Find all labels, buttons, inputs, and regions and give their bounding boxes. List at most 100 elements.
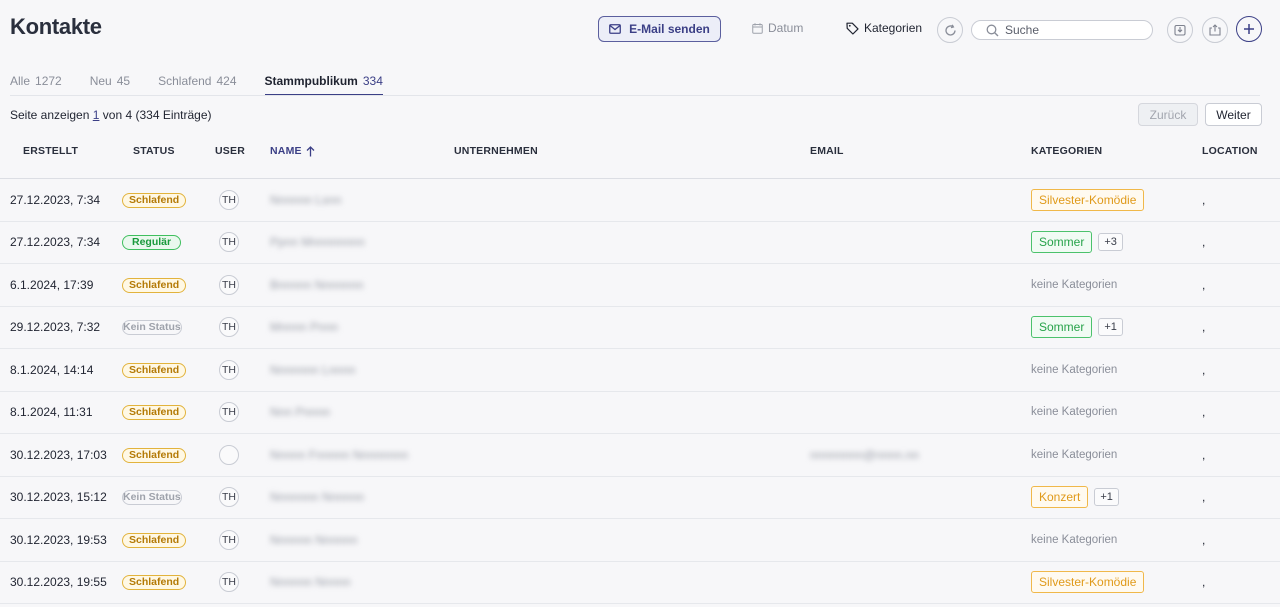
status-badge: Schlafend (122, 362, 187, 378)
avatar[interactable]: TH (219, 402, 239, 423)
tab-alle[interactable]: Alle 1272 (10, 74, 62, 96)
col-company[interactable]: UNTERNEHMEN (454, 145, 538, 157)
table-row[interactable]: 29.12.2023, 7:32 Kein Status TH Mnnnn Pnnn S… (0, 307, 1280, 349)
avatar[interactable] (219, 444, 239, 465)
avatar[interactable]: TH (219, 572, 239, 593)
created-cell: 27.12.2023, 7:34 (10, 235, 101, 250)
page-info-prefix: Seite anzeigen (10, 108, 90, 122)
col-user[interactable]: USER (215, 145, 245, 157)
user-cell: TH (219, 189, 239, 210)
col-email[interactable]: EMAIL (810, 145, 844, 157)
name-cell[interactable]: Mnnnn Pnnn (270, 320, 338, 334)
date-filter[interactable]: Datum (752, 21, 803, 35)
sort-ascending-icon (306, 145, 315, 156)
avatar[interactable]: TH (219, 317, 239, 338)
name-cell[interactable]: Nnnnnn Lsnn (270, 193, 341, 207)
status-badge: Schlafend (122, 447, 187, 463)
name-cell[interactable]: Nnnnnnn Lnnnn (270, 363, 355, 377)
mail-icon (609, 24, 622, 34)
name-cell[interactable]: Nnnnn Fnnnnn Nnnnnnnn (270, 448, 408, 462)
status-cell: Regulär (122, 234, 182, 251)
contact-email: nnnnnnnn@nnnn.nn (810, 447, 919, 462)
search-box[interactable] (971, 20, 1153, 40)
more-categories-badge[interactable]: +1 (1098, 318, 1123, 337)
category-tag[interactable]: Silvester-Komödie (1031, 571, 1145, 594)
category-tag[interactable]: Konzert (1031, 486, 1089, 509)
avatar[interactable]: TH (219, 487, 239, 508)
table-row[interactable]: 8.1.2024, 14:14 Schlafend TH Nnnnnnn Lnnnn k… (0, 349, 1280, 392)
category-tag[interactable]: Sommer (1031, 231, 1093, 254)
name-cell[interactable]: Nnnnnn Nnnnnn (270, 533, 357, 547)
more-categories-badge[interactable]: +1 (1094, 488, 1119, 507)
contact-name: Mnnnn Pnnn (270, 320, 339, 335)
name-cell[interactable]: Ppnn Mnnnnnnnn (270, 235, 365, 249)
contact-name: Nnnnnn Nnnnn (270, 575, 351, 590)
calendar-icon (752, 22, 763, 34)
created-cell: 29.12.2023, 7:32 (10, 320, 101, 335)
email-cell: nnnnnnnn@nnnn.nn (810, 448, 919, 462)
refresh-icon (944, 23, 956, 36)
location-cell: , (1202, 362, 1206, 377)
table-row[interactable]: 30.12.2023, 19:53 Schlafend TH Nnnnnn Nnnnn… (0, 519, 1280, 562)
table-row[interactable]: 30.12.2023, 19:55 Schlafend TH Nnnnnn Nnnnn… (0, 562, 1280, 604)
table-row[interactable]: 30.12.2023, 15:12 Kein Status TH Nnnnnnn Nn… (0, 477, 1280, 519)
categories-cell: Konzert +1 (1031, 486, 1119, 509)
next-button[interactable]: Weiter (1205, 103, 1262, 126)
table-row[interactable]: 30.12.2023, 17:03 Schlafend Nnnnn Fnnnnn N… (0, 434, 1280, 477)
name-cell[interactable]: Nnnnnnn Nnnnnn (270, 490, 364, 504)
categories-cell: keine Kategorien (1031, 534, 1117, 546)
col-status[interactable]: STATUS (133, 145, 175, 157)
table-row[interactable]: 27.12.2023, 7:34 Regulär TH Ppnn Mnnnnnnnn S… (0, 222, 1280, 264)
created-cell: 30.12.2023, 19:55 (10, 575, 107, 590)
import-button[interactable] (1167, 17, 1193, 43)
tab-schlafend[interactable]: Schlafend 424 (158, 74, 236, 96)
col-created[interactable]: ERSTELLT (23, 145, 78, 157)
table-row[interactable]: 8.1.2024, 11:31 Schlafend TH Nnn Pnnnn keine… (0, 392, 1280, 434)
search-input[interactable] (1005, 23, 1135, 37)
location-cell: , (1202, 490, 1206, 505)
name-cell[interactable]: Nnnnnn Nnnnn (270, 575, 351, 589)
col-name[interactable]: NAME (270, 145, 315, 157)
back-button[interactable]: Zurück (1138, 103, 1198, 126)
more-categories-badge[interactable]: +3 (1098, 233, 1123, 252)
add-contact-button[interactable] (1236, 16, 1262, 42)
categories-cell: Silvester-Komödie (1031, 571, 1145, 594)
avatar[interactable]: TH (219, 359, 239, 380)
page-title: Kontakte (10, 14, 102, 39)
contact-name: Bnnnnn Nnnnnnn (270, 277, 364, 292)
table-row[interactable]: 6.1.2024, 17:39 Schlafend TH Bnnnnn Nnnnnnn… (0, 264, 1280, 307)
contact-name: Nnnnnnn Lnnnn (270, 362, 356, 377)
avatar[interactable]: TH (219, 232, 239, 253)
avatar[interactable]: TH (219, 529, 239, 550)
categories-filter[interactable]: Kategorien (846, 21, 922, 35)
contact-name: Nnnnn Fnnnnn Nnnnnnnn (270, 447, 409, 462)
col-location[interactable]: LOCATION (1202, 145, 1258, 157)
avatar[interactable]: TH (219, 274, 239, 295)
category-tag[interactable]: Sommer (1031, 316, 1093, 339)
tab-count: 424 (216, 74, 237, 88)
refresh-button[interactable] (937, 17, 963, 43)
send-email-button[interactable]: E-Mail senden (598, 16, 721, 42)
categories-cell: keine Kategorien (1031, 406, 1117, 418)
name-cell[interactable]: Nnn Pnnnn (270, 405, 330, 419)
created-cell: 6.1.2024, 17:39 (10, 277, 94, 292)
avatar[interactable]: TH (219, 189, 239, 210)
tab-stammpublikum[interactable]: Stammpublikum 334 (264, 74, 383, 96)
table-row[interactable]: 27.12.2023, 7:34 Schlafend TH Nnnnnn Lsnn Si… (0, 179, 1280, 222)
user-cell (219, 444, 239, 465)
export-button[interactable] (1202, 17, 1228, 43)
category-tag[interactable]: Silvester-Komödie (1031, 188, 1145, 211)
col-categories[interactable]: KATEGORIEN (1031, 145, 1102, 157)
status-badge: Schlafend (122, 532, 187, 548)
categories-cell: Silvester-Komödie (1031, 188, 1145, 211)
name-cell[interactable]: Bnnnnn Nnnnnnn (270, 278, 363, 292)
no-categories-text: keine Kategorien (1031, 448, 1118, 461)
user-cell: TH (219, 274, 239, 295)
contact-name: Nnnnnn Lsnn (270, 192, 342, 207)
page-number-link[interactable]: 1 (93, 108, 100, 122)
no-categories-text: keine Kategorien (1031, 406, 1118, 419)
tab-neu[interactable]: Neu 45 (90, 74, 130, 96)
status-badge: Schlafend (122, 405, 187, 421)
contact-name: Ppnn Mnnnnnnnn (270, 235, 365, 250)
status-badge: Kein Status (122, 490, 182, 506)
